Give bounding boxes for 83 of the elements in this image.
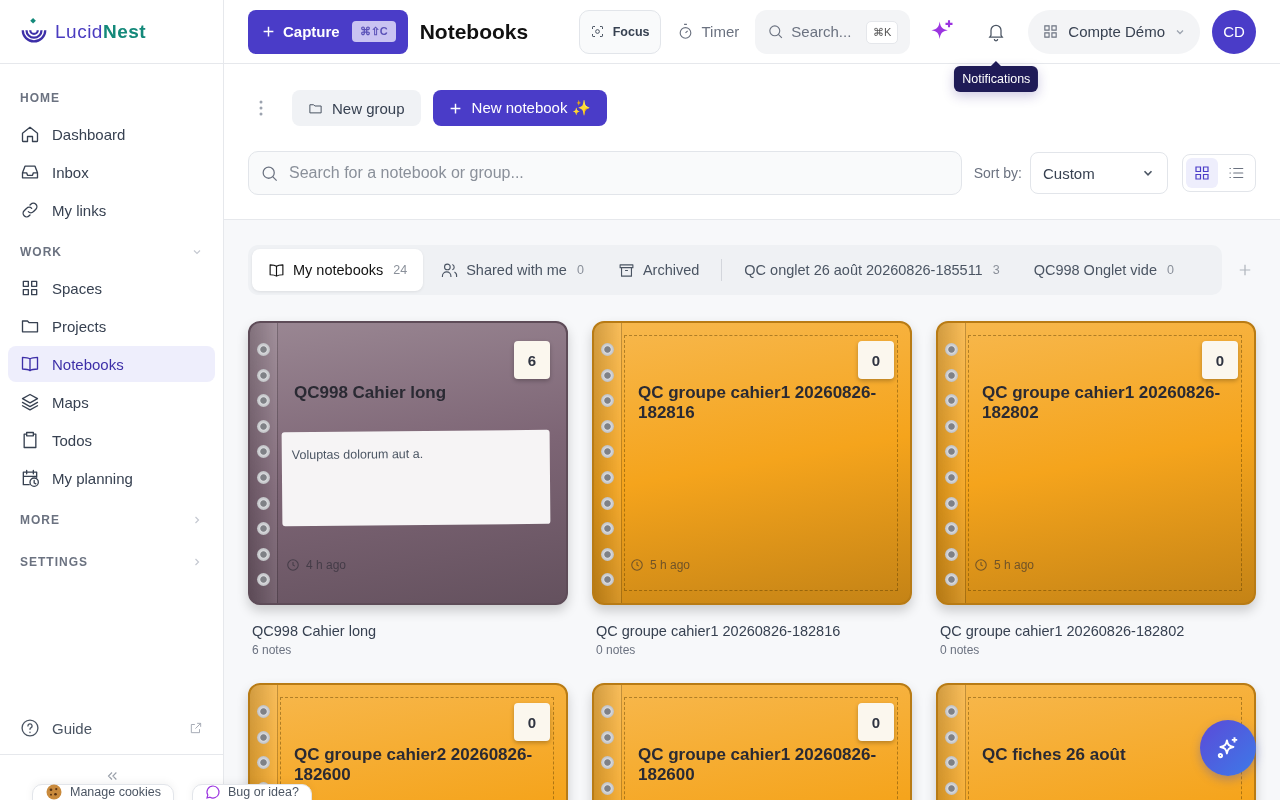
sidebar-item[interactable]: Todos [8, 422, 215, 458]
note-count-badge: 0 [1202, 341, 1238, 379]
book-icon [268, 261, 285, 279]
more-options-icon[interactable] [258, 98, 264, 118]
sidebar-item[interactable]: Inbox [8, 154, 215, 190]
calendar-icon [20, 468, 40, 488]
note-count-badge: 6 [514, 341, 550, 379]
avatar[interactable]: CD [1212, 9, 1256, 54]
note-count: 0 notes [940, 643, 981, 657]
note-count: 0 notes [596, 643, 637, 657]
clock-icon [286, 558, 300, 572]
note-count-badge: 0 [858, 341, 894, 379]
notebook-name: QC groupe cahier1 20260826-182816 [596, 623, 842, 639]
timer-button[interactable]: Timer [672, 23, 744, 40]
tab[interactable]: Archived [601, 249, 716, 291]
notebook-card[interactable]: QC fiches 26 août [936, 683, 1256, 800]
shortcut-badge: ⌘⇧C [351, 21, 396, 42]
plus-icon [262, 25, 275, 38]
page-title: Notebooks [419, 19, 529, 44]
grid-icon [1193, 164, 1211, 182]
sidebar-item[interactable]: Projects [8, 308, 215, 344]
plus-icon [448, 101, 462, 115]
chat-bubble-icon [205, 784, 221, 800]
capture-button[interactable]: Capture ⌘⇧C [248, 9, 408, 54]
external-link-icon [189, 721, 203, 735]
section-heading: MORE [20, 513, 60, 527]
search-field[interactable]: Search for a notebook or group... [248, 151, 962, 195]
sidebar-item[interactable]: My planning [8, 460, 215, 496]
notebook-name: QC groupe cahier1 20260826-182802 [940, 623, 1186, 639]
notebook-title: QC groupe cahier2 20260826-182600 [294, 745, 534, 785]
account-dropdown[interactable]: Compte Démo [1028, 9, 1200, 54]
tab[interactable]: My notebooks 24 [252, 249, 424, 291]
home-icon [20, 124, 40, 144]
guide-link[interactable]: Guide [8, 710, 215, 746]
new-group-button[interactable]: New group [292, 90, 421, 126]
help-icon [20, 718, 40, 738]
section-heading: HOME [20, 91, 60, 105]
notebook-card[interactable]: 0 QC groupe cahier1 20260826-182802 5 h ago [936, 321, 1256, 605]
note-count-badge: 0 [514, 703, 550, 741]
notebook-title: QC fiches 26 août [982, 745, 1127, 765]
search-icon [767, 23, 785, 40]
feedback-button[interactable]: Bug or idea? [192, 784, 312, 800]
notebook-title: QC998 Cahier long [294, 383, 448, 403]
grid-icon [1042, 23, 1060, 40]
timestamp: 5 h ago [994, 558, 1035, 572]
focus-button[interactable]: Focus [578, 9, 661, 54]
tab[interactable]: QC onglet 26 août 20260826-185511 3 [728, 249, 1016, 291]
grid-icon [20, 278, 40, 298]
sidebar-item[interactable]: Spaces [8, 270, 215, 306]
sort-label: Sort by: [973, 165, 1022, 181]
sidebar-item[interactable]: Dashboard [8, 116, 215, 152]
focus-icon [589, 24, 605, 39]
tab[interactable]: QC998 Onglet vide 0 [1017, 249, 1190, 291]
tab[interactable]: Shared with me 0 [425, 249, 600, 291]
clock-icon [630, 558, 644, 572]
notebook-name: QC998 Cahier long [252, 623, 378, 639]
note-count-badge: 0 [858, 703, 894, 741]
timestamp: 5 h ago [650, 558, 691, 572]
link-icon [20, 200, 40, 220]
clock-icon [974, 558, 988, 572]
sidebar-item[interactable]: Notebooks [8, 346, 215, 382]
sidebar-item[interactable]: My links [8, 192, 215, 228]
add-tab-icon[interactable] [1238, 263, 1252, 277]
notebook-card[interactable]: 0 QC groupe cahier1 20260826-182600 [592, 683, 912, 800]
new-notebook-button[interactable]: New notebook ✨ [432, 90, 607, 126]
note-preview: Voluptas dolorum aut a. [281, 429, 551, 527]
app-logo-text: LucidNest [55, 20, 147, 43]
section-heading: SETTINGS [20, 555, 88, 569]
notebook-card[interactable]: 0 QC groupe cahier1 20260826-182816 5 h ago [592, 321, 912, 605]
notebook-title: QC groupe cahier1 20260826-182816 [638, 383, 878, 423]
sidebar-item[interactable]: Maps [8, 384, 215, 420]
section-heading: WORK [20, 245, 62, 259]
notebook-title: QC groupe cahier1 20260826-182802 [982, 383, 1222, 423]
sort-dropdown[interactable]: Custom [1030, 152, 1168, 194]
book-icon [20, 354, 40, 374]
cookie-icon [45, 783, 63, 800]
layers-icon [20, 392, 40, 412]
manage-cookies-button[interactable]: Manage cookies [32, 784, 175, 800]
grid-view-button[interactable] [1186, 158, 1218, 188]
people-icon [441, 261, 459, 279]
archive-icon [617, 261, 635, 279]
notebook-title: QC groupe cahier1 20260826-182600 [638, 745, 878, 785]
note-count: 6 notes [252, 643, 293, 657]
